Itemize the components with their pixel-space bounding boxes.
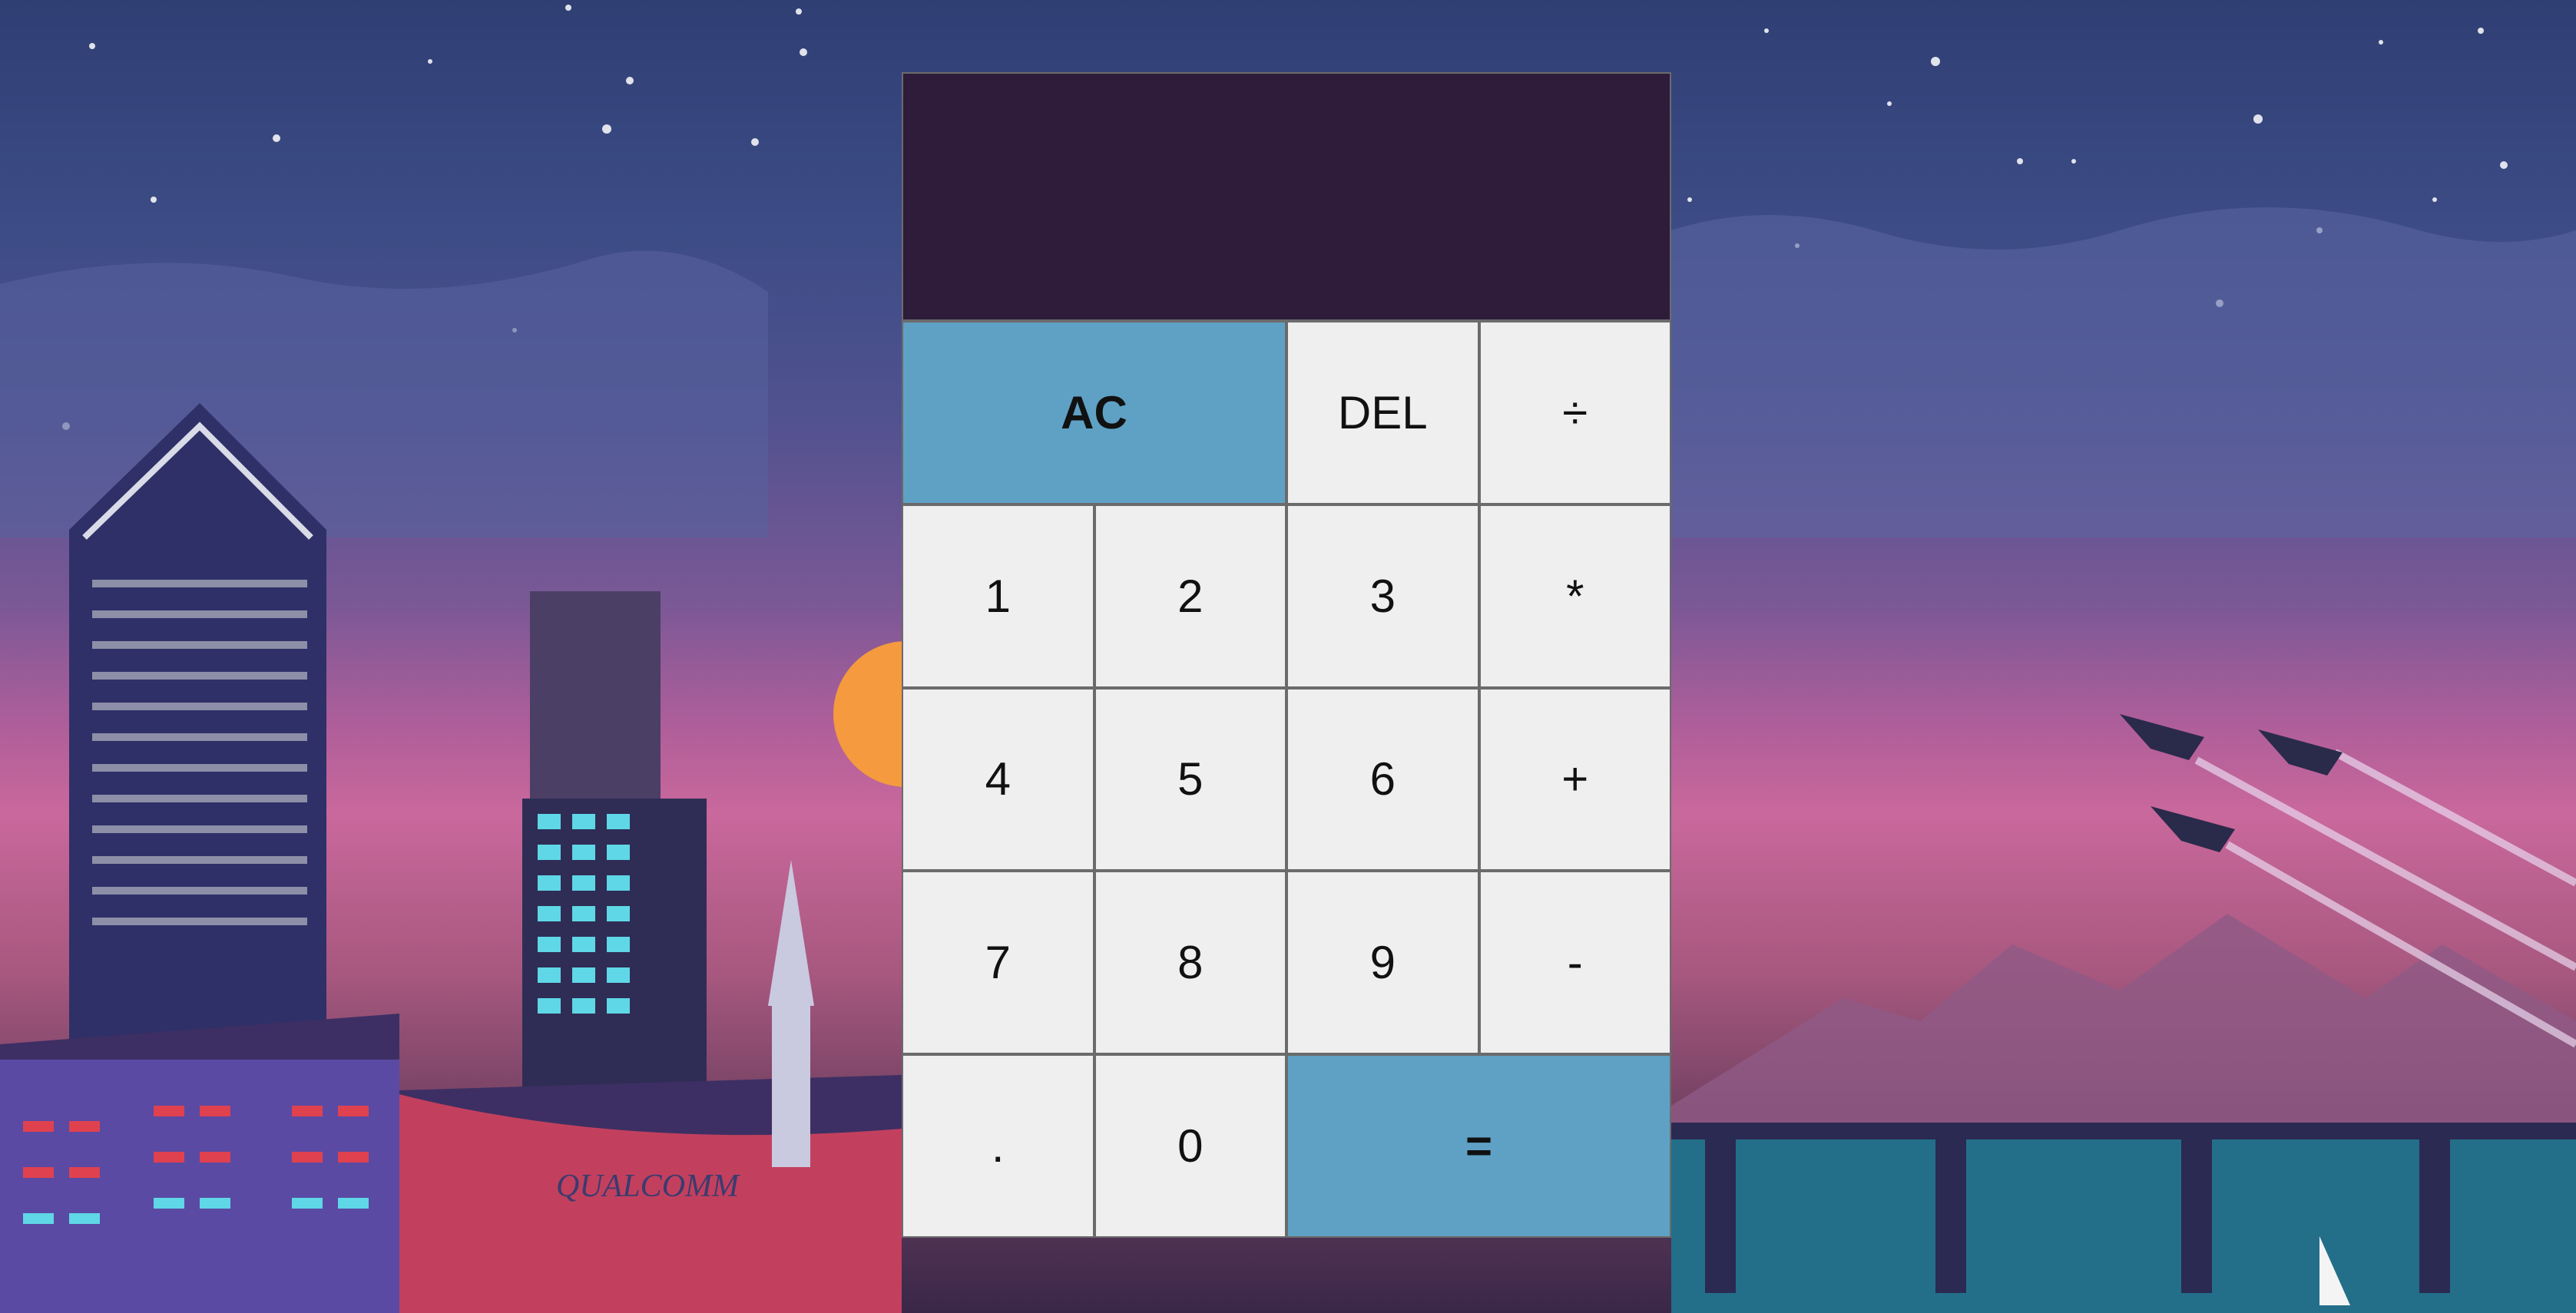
digit-7-button[interactable]: 7: [903, 872, 1093, 1053]
digit-3-button[interactable]: 3: [1288, 505, 1478, 686]
equals-button[interactable]: =: [1288, 1056, 1670, 1236]
subtract-button[interactable]: -: [1480, 872, 1670, 1053]
decimal-button[interactable]: .: [903, 1056, 1093, 1236]
digit-2-button[interactable]: 2: [1095, 505, 1285, 686]
add-button[interactable]: +: [1480, 689, 1670, 870]
all-clear-button[interactable]: AC: [903, 322, 1285, 503]
digit-1-button[interactable]: 1: [903, 505, 1093, 686]
divide-button[interactable]: ÷: [1480, 322, 1670, 503]
delete-button[interactable]: DEL: [1288, 322, 1478, 503]
tall-tower: [69, 403, 326, 1044]
calculator-display: [903, 74, 1670, 319]
digit-9-button[interactable]: 9: [1288, 872, 1478, 1053]
qualcomm-logo: QUALCOMM: [556, 1169, 740, 1204]
multiply-button[interactable]: *: [1480, 505, 1670, 686]
digit-8-button[interactable]: 8: [1095, 872, 1285, 1053]
digit-6-button[interactable]: 6: [1288, 689, 1478, 870]
digit-4-button[interactable]: 4: [903, 689, 1093, 870]
calculator: AC DEL ÷ 1 2 3 * 4 5 6 + 7 8 9 - . 0 =: [902, 72, 1671, 1238]
digit-0-button[interactable]: 0: [1095, 1056, 1285, 1236]
digit-5-button[interactable]: 5: [1095, 689, 1285, 870]
